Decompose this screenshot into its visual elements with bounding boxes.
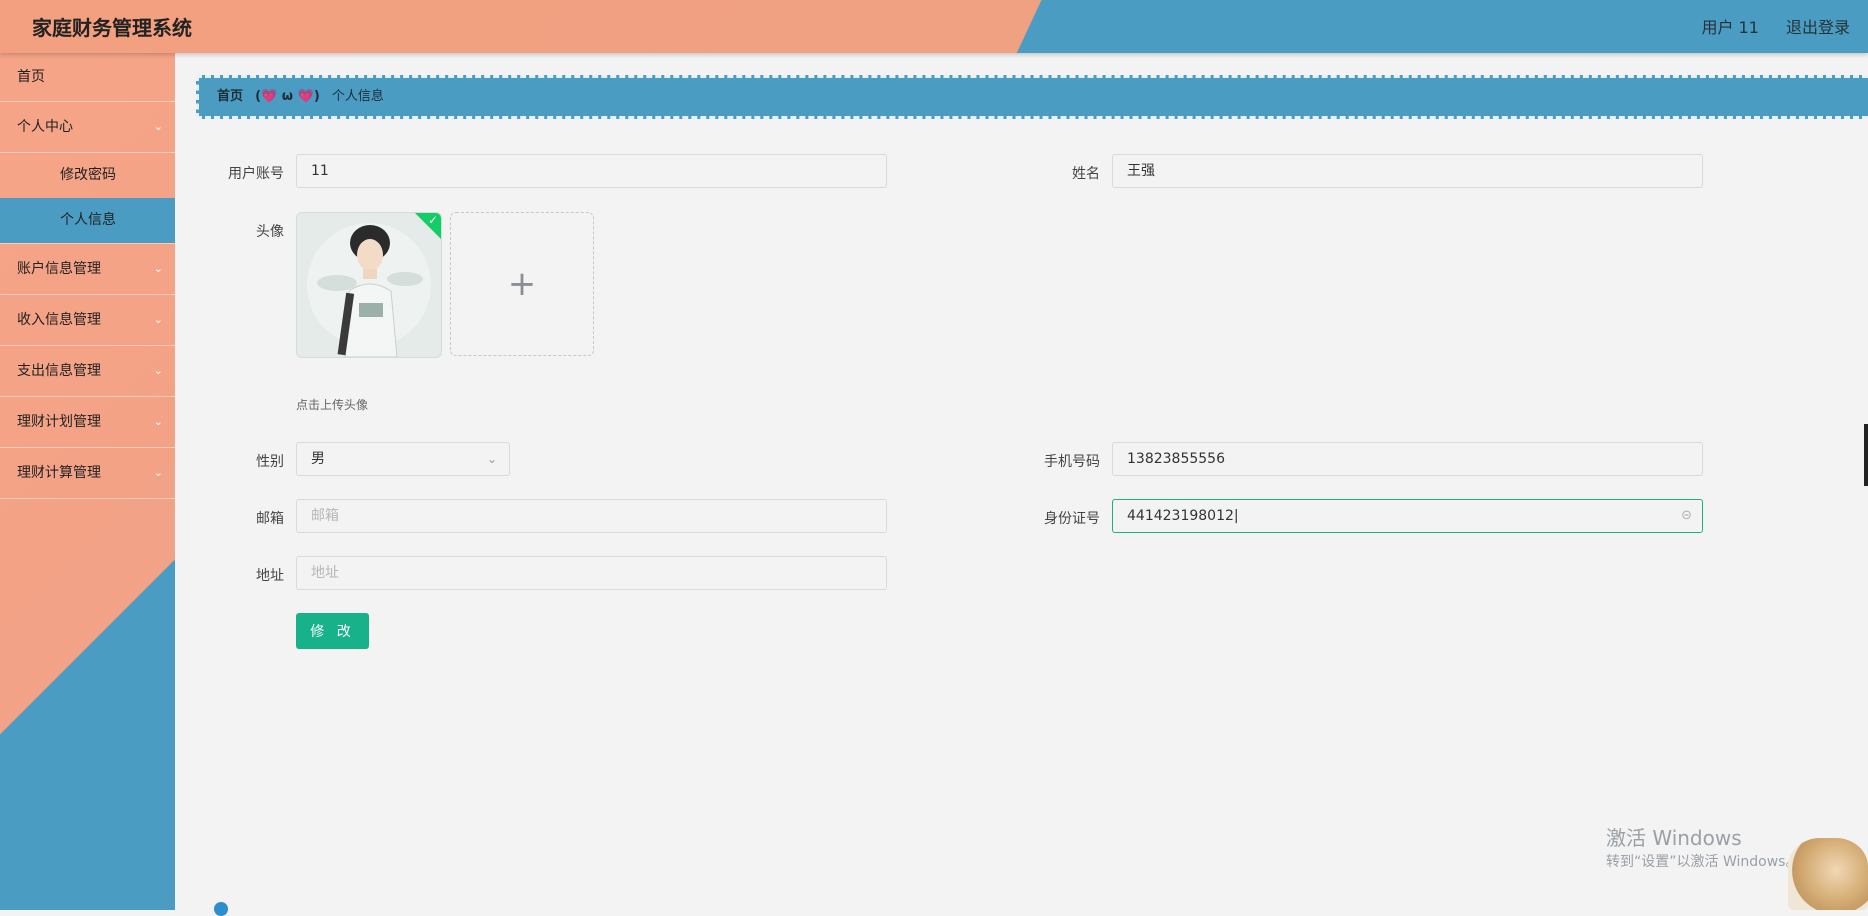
plus-icon: + xyxy=(507,264,537,304)
name-label: 姓名 xyxy=(1072,166,1100,182)
sidebar-item-label: 首页 xyxy=(17,69,45,85)
sidebar-item-label: 收入信息管理 xyxy=(17,312,101,328)
account-label: 用户账号 xyxy=(228,166,284,182)
windows-activation-hint: 转到“设置”以激活 Windows。 xyxy=(1606,854,1800,870)
floating-dot-icon[interactable] xyxy=(214,902,228,916)
email-label: 邮箱 xyxy=(256,511,284,527)
chevron-down-icon: ⌄ xyxy=(153,364,163,377)
sidebar-item-finance-plan[interactable]: 理财计划管理 ⌄ xyxy=(0,397,175,448)
sidebar-item-label: 账户信息管理 xyxy=(17,261,101,277)
address-input[interactable]: 地址 xyxy=(296,556,887,590)
name-input[interactable]: 王强 xyxy=(1112,154,1703,188)
avatar-upload-hint: 点击上传头像 xyxy=(296,398,369,412)
breadcrumb-current: 个人信息 xyxy=(331,89,384,104)
sidebar-item-label: 理财计划管理 xyxy=(17,414,101,430)
sidebar-item-finance-calc[interactable]: 理财计算管理 ⌄ xyxy=(0,448,175,499)
chevron-down-icon: ⌄ xyxy=(153,415,163,428)
idcard-input[interactable]: 441423198012| ⊝ xyxy=(1112,499,1703,533)
sidebar-item-label: 个人信息 xyxy=(60,212,116,228)
mascot-dog-image xyxy=(1788,838,1868,910)
sidebar-subitem-personal-info[interactable]: 个人信息 xyxy=(0,198,175,243)
sidebar-item-label: 支出信息管理 xyxy=(17,363,101,379)
idcard-value: 441423198012 xyxy=(1127,508,1234,524)
sidebar-item-income-info[interactable]: 收入信息管理 ⌄ xyxy=(0,295,175,346)
windows-activation-title: 激活 Windows xyxy=(1606,826,1742,850)
sidebar-item-label: 个人中心 xyxy=(17,119,73,135)
chevron-down-icon: ⌄ xyxy=(486,452,497,466)
top-header: 家庭财务管理系统 用户 11 退出登录 xyxy=(0,0,1868,53)
sidebar-subitem-change-password[interactable]: 修改密码 xyxy=(0,153,175,198)
check-icon: ✓ xyxy=(427,213,438,227)
phone-input[interactable]: 13823855556 xyxy=(1112,442,1703,476)
idcard-label: 身份证号 xyxy=(1044,511,1100,527)
chevron-down-icon: ⌄ xyxy=(153,120,163,133)
sidebar-item-expense-info[interactable]: 支出信息管理 ⌄ xyxy=(0,346,175,397)
header-right: 用户 11 退出登录 xyxy=(1679,14,1850,38)
email-input[interactable]: 邮箱 xyxy=(296,499,887,533)
sidebar-item-personal-center[interactable]: 个人中心 ⌄ xyxy=(0,102,175,153)
gender-select[interactable]: 男 ⌄ xyxy=(296,442,510,476)
upload-avatar-button[interactable]: + xyxy=(450,212,594,356)
phone-label: 手机号码 xyxy=(1044,454,1100,470)
app-title: 家庭财务管理系统 xyxy=(32,16,192,40)
avatar-image[interactable]: ✓ xyxy=(296,212,442,358)
sidebar-item-home[interactable]: 首页 xyxy=(0,53,175,102)
sidebar-item-label: 修改密码 xyxy=(60,167,116,183)
clear-icon[interactable]: ⊝ xyxy=(1681,500,1692,532)
sidebar: 首页 个人中心 ⌄ 修改密码 个人信息 账户信息管理 ⌄ 收入信息管理 ⌄ 支出… xyxy=(0,53,175,910)
sidebar-item-account-info[interactable]: 账户信息管理 ⌄ xyxy=(0,243,175,295)
breadcrumb: 首页 (💗 ω 💗) 个人信息 xyxy=(196,75,1868,119)
chevron-down-icon: ⌄ xyxy=(153,262,163,275)
chevron-down-icon: ⌄ xyxy=(153,466,163,479)
gender-value: 男 xyxy=(311,451,325,467)
user-label[interactable]: 用户 11 xyxy=(1701,18,1758,37)
account-input[interactable]: 11 xyxy=(296,154,887,188)
scrollbar-thumb[interactable] xyxy=(1864,424,1868,486)
breadcrumb-separator: (💗 ω 💗) xyxy=(255,89,320,104)
avatar-label: 头像 xyxy=(256,224,284,240)
submit-button[interactable]: 修 改 xyxy=(296,613,369,649)
logout-button[interactable]: 退出登录 xyxy=(1786,18,1850,37)
gender-label: 性别 xyxy=(256,454,284,470)
chevron-down-icon: ⌄ xyxy=(153,313,163,326)
address-label: 地址 xyxy=(256,568,284,584)
sidebar-item-label: 理财计算管理 xyxy=(17,465,101,481)
breadcrumb-home[interactable]: 首页 xyxy=(217,89,243,104)
